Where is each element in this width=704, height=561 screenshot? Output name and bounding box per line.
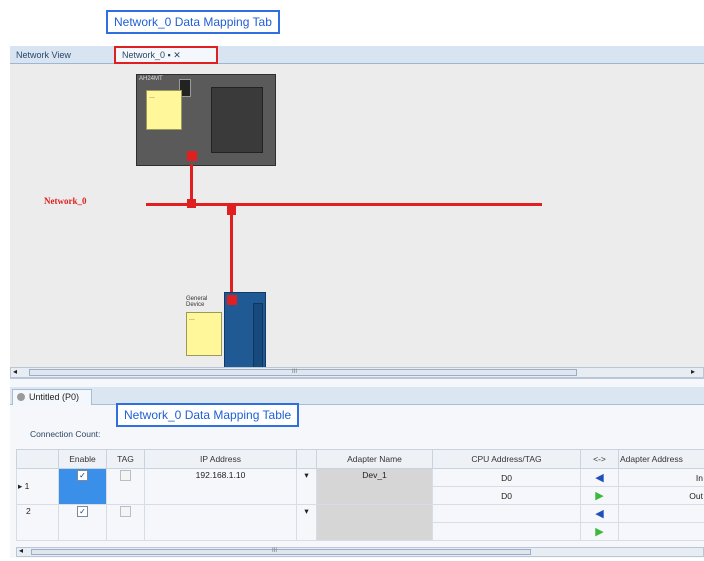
tab-untitled-label: Untitled (P0) (29, 392, 80, 402)
direction-cell: ◀ (580, 468, 619, 487)
row-number[interactable]: 2 (16, 504, 59, 541)
table-hscrollbar[interactable]: ◂ III (16, 546, 704, 557)
table-scroll-thumb[interactable]: III (31, 548, 531, 555)
device-panel (253, 303, 263, 371)
canvas-hscrollbar[interactable]: ◂ III ▸ (10, 367, 704, 378)
row-number-text: 2 (26, 506, 31, 516)
cpu-address-cell[interactable] (432, 522, 581, 541)
adapter-name-cell: Dev_1 (316, 468, 433, 505)
col-header-adapter-name[interactable]: Adapter Name (316, 449, 433, 469)
scroll-left-icon[interactable]: ◂ (13, 367, 17, 376)
table-row[interactable]: ▸ 1 ✓ 192.168.1.10 ▾ Dev_1 D0 ◀ In (16, 468, 704, 505)
col-header-cpu-address[interactable]: CPU Address/TAG (432, 449, 581, 469)
mapping-panel: Untitled (P0) Connection Count: Enable T… (10, 378, 704, 558)
col-header-rownum (16, 449, 59, 469)
adapter-address-cell[interactable]: Out (618, 486, 704, 505)
device-note: ... (186, 312, 222, 356)
adapter-address-cell[interactable] (618, 522, 704, 541)
ip-cell[interactable]: 192.168.1.10 (144, 468, 297, 505)
table-scroll-grip: III (272, 548, 278, 554)
link-plc-network (190, 164, 193, 204)
tag-checkbox[interactable] (120, 470, 131, 481)
ip-cell[interactable] (144, 504, 297, 541)
direction-cell: ▶ (580, 486, 619, 505)
col-header-dropdown (296, 449, 317, 469)
col-header-tag[interactable]: TAG (106, 449, 145, 469)
direction-cell: ◀ (580, 504, 619, 523)
tab-network-0[interactable]: Network_0 ▪ ✕ (114, 46, 218, 64)
row-selector-icon: ▸ (18, 481, 25, 491)
direction-cell: ▶ (580, 522, 619, 541)
adapter-address-cell[interactable]: In (618, 468, 704, 487)
enable-cell[interactable]: ✓ (58, 468, 107, 505)
adapter-address-cell[interactable] (618, 504, 704, 523)
col-header-direction[interactable]: <-> (580, 449, 619, 469)
tag-cell[interactable] (106, 468, 145, 505)
bus-node-plc (187, 199, 196, 208)
row-number-text: 1 (24, 481, 30, 491)
document-tab-strip: Network View Network_0 ▪ ✕ (10, 46, 704, 64)
col-header-enable[interactable]: Enable (58, 449, 107, 469)
network-bus[interactable] (146, 203, 542, 206)
data-mapping-table: Enable TAG IP Address Adapter Name CPU A… (16, 449, 704, 541)
arrow-in-icon: ◀ (595, 472, 604, 484)
table-scroll-left-icon[interactable]: ◂ (19, 546, 23, 555)
tag-cell[interactable] (106, 504, 145, 541)
panel-tabbar: Untitled (P0) (10, 387, 704, 405)
cpu-address-cell[interactable]: D0 (432, 486, 581, 505)
program-icon (17, 393, 25, 401)
enable-checkbox[interactable]: ✓ (77, 506, 88, 517)
ip-dropdown-icon[interactable]: ▾ (296, 468, 317, 505)
link-network-device (230, 212, 233, 296)
device-name: General Device (186, 296, 208, 308)
connection-count-label: Connection Count: (30, 429, 101, 439)
tab-untitled-p0[interactable]: Untitled (P0) (12, 389, 92, 405)
table-header-row: Enable TAG IP Address Adapter Name CPU A… (16, 449, 704, 469)
cpu-address-cell[interactable] (432, 504, 581, 523)
col-header-adapter-address[interactable]: Adapter Address (618, 449, 704, 469)
arrow-out-icon: ▶ (595, 490, 604, 502)
cpu-address-cell[interactable]: D0 (432, 468, 581, 487)
enable-checkbox[interactable]: ✓ (77, 470, 88, 481)
table-row[interactable]: 2 ✓ ▾ ◀ (16, 504, 704, 541)
callout-data-mapping-table: Network_0 Data Mapping Table (116, 403, 300, 427)
col-header-ip[interactable]: IP Address (144, 449, 297, 469)
tag-checkbox[interactable] (120, 506, 131, 517)
row-number[interactable]: ▸ 1 (16, 468, 59, 505)
scroll-grip: III (292, 369, 298, 375)
general-device[interactable] (224, 292, 266, 376)
network-canvas[interactable]: AH24MT ... Network_0 General Device ... … (10, 64, 704, 378)
plc-rack (211, 87, 263, 153)
network-label: Network_0 (44, 196, 87, 206)
scroll-right-icon[interactable]: ▸ (691, 367, 695, 376)
plc-name: AH24MT (139, 76, 163, 82)
arrow-out-icon: ▶ (595, 526, 604, 538)
plc-port (187, 151, 197, 161)
ip-dropdown-icon[interactable]: ▾ (296, 504, 317, 541)
adapter-name-cell (316, 504, 433, 541)
device-port (227, 295, 237, 305)
tab-network-view[interactable]: Network View (10, 46, 114, 64)
scroll-thumb[interactable]: III (29, 369, 577, 376)
callout-data-mapping-tab: Network_0 Data Mapping Tab (106, 10, 280, 34)
plc-note: ... (146, 90, 182, 130)
enable-cell[interactable]: ✓ (58, 504, 107, 541)
arrow-in-icon: ◀ (595, 508, 604, 520)
